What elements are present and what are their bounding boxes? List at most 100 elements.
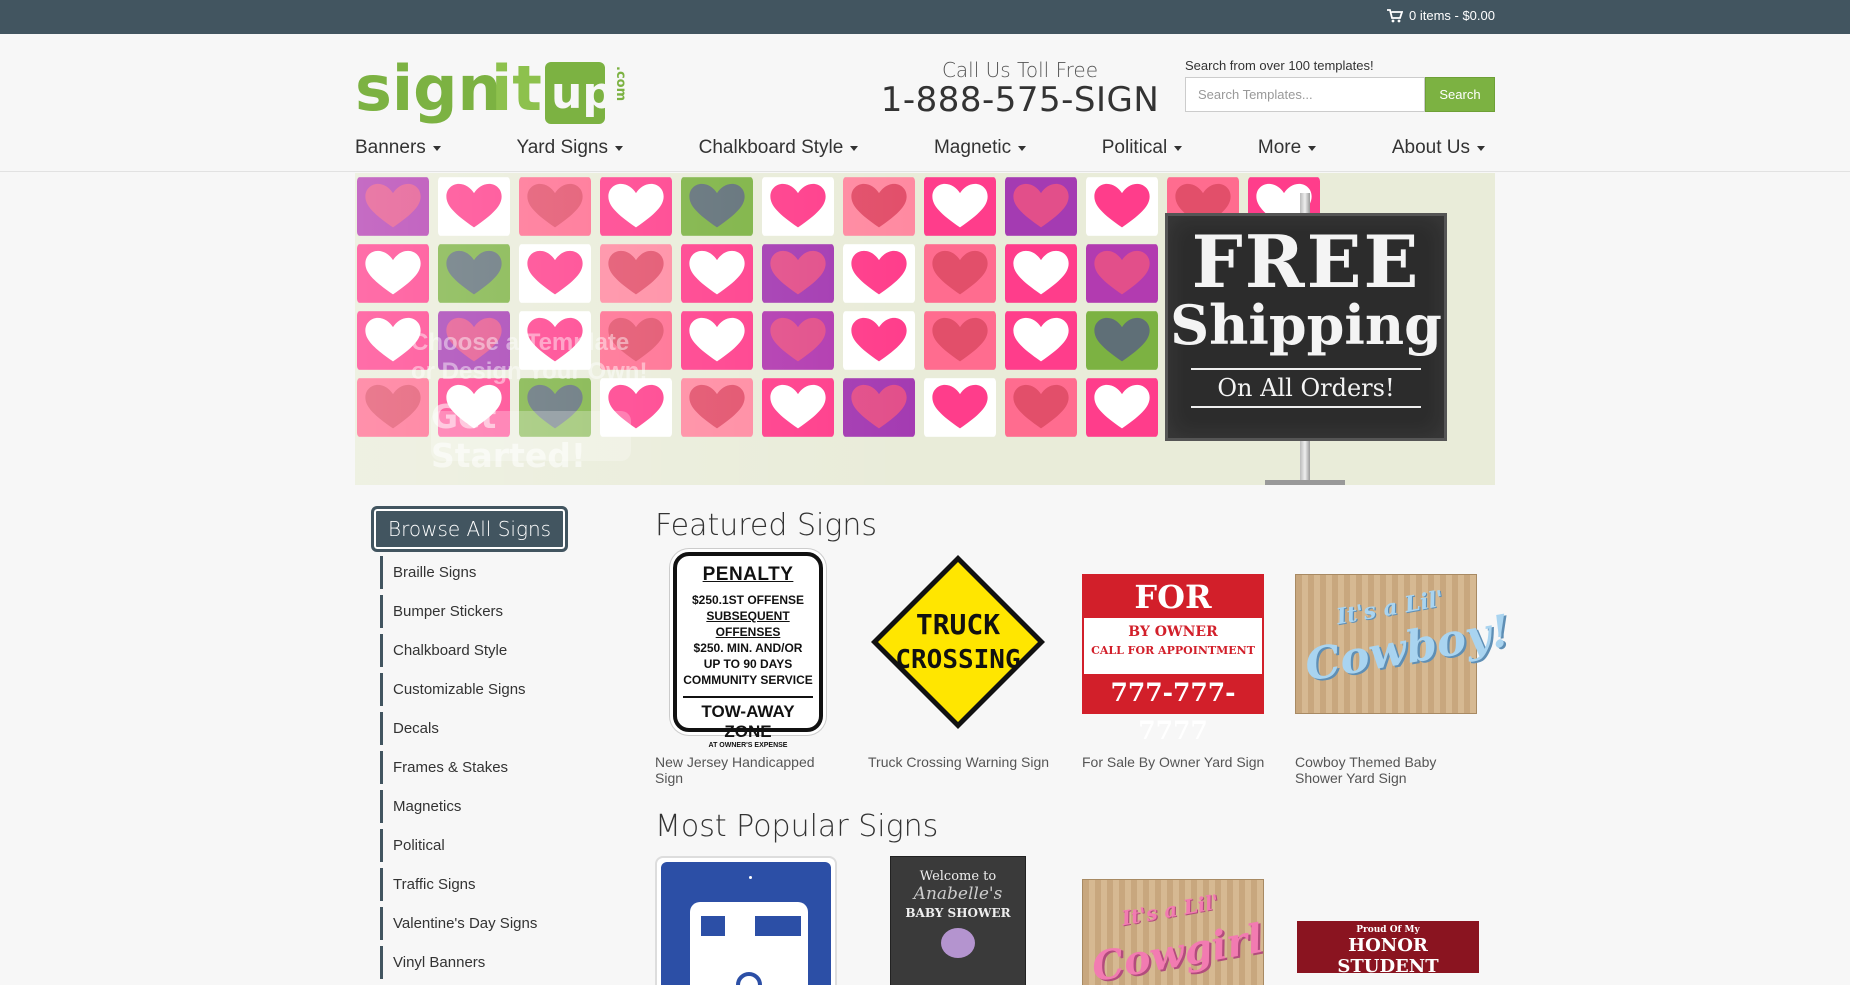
top-bar: 0 items - $0.00 [0, 0, 1850, 34]
nav-more[interactable]: More [1258, 137, 1317, 159]
product-card[interactable]: TRUCK CROSSING Truck Crossing Warning Si… [868, 552, 1058, 770]
sign-text: $250.1ST OFFENSE SUBSEQUENT OFFENSES $25… [677, 592, 819, 688]
heart-icon [1005, 378, 1077, 437]
nav-about-us[interactable]: About Us [1392, 137, 1485, 159]
sign-text: TRUCK [916, 608, 1000, 641]
sign-text: CALL FOR APPOINTMENT [1091, 644, 1255, 657]
hero-headline-line1: Choose a Template [411, 329, 630, 356]
product-card[interactable]: It's a Lil' Cowgirl! [1082, 879, 1272, 985]
product-caption[interactable]: For Sale By Owner Yard Sign [1082, 754, 1272, 770]
search-button[interactable]: Search [1425, 77, 1495, 112]
logo-graphic: sign it up .com [355, 52, 628, 125]
category-item[interactable]: Chalkboard Style [380, 634, 580, 667]
caret-down-icon [432, 145, 441, 151]
search-label: Search from over 100 templates! [1185, 58, 1374, 73]
heart-tile [924, 310, 996, 371]
sign-text: SUBSEQUENT OFFENSES [706, 609, 790, 639]
nav-yard-signs[interactable]: Yard Signs [516, 137, 623, 159]
sign-text: Anabelle's [913, 884, 1003, 904]
sign-text: $250. MIN. AND/OR [693, 641, 803, 655]
caret-down-icon [1308, 145, 1317, 151]
vehicle-window [755, 916, 801, 936]
heart-tile [1005, 310, 1077, 371]
on-all-orders-ribbon: On All Orders! [1191, 368, 1421, 408]
heart-icon [924, 378, 996, 437]
phone-block: Call Us Toll Free 1-888-575-SIGN [880, 58, 1160, 120]
product-image[interactable]: Proud Of My HONOR STUDENT [1297, 921, 1479, 973]
caret-down-icon [1018, 145, 1027, 151]
search-input[interactable] [1185, 77, 1425, 112]
nav-banners[interactable]: Banners [355, 137, 441, 159]
sign-text: CROSSING [895, 645, 1020, 675]
svg-text:it: it [491, 52, 542, 125]
product-caption[interactable]: Truck Crossing Warning Sign [868, 754, 1058, 770]
cart-link[interactable]: 0 items - $0.00 [1387, 8, 1495, 23]
cart-text: 0 items - $0.00 [1409, 8, 1495, 23]
sign-text: Cowgirl! [1088, 911, 1264, 985]
sign-text: BY OWNER [1128, 624, 1218, 640]
svg-text:.com: .com [613, 66, 628, 101]
nav-chalkboard-style[interactable]: Chalkboard Style [699, 137, 859, 159]
product-card[interactable]: It's a Lil' Cowboy! Cowboy Themed Baby S… [1295, 552, 1514, 786]
hero-banner[interactable]: Choose a Template or Design Your Own! Ge… [355, 173, 1495, 485]
site-logo[interactable]: sign it up .com [355, 52, 655, 134]
caret-down-icon [1174, 145, 1183, 151]
phone-number[interactable]: 1-888-575-SIGN [880, 80, 1160, 120]
heart-tile [924, 377, 996, 438]
product-image[interactable]: Welcome to Anabelle's BABY SHOWER [890, 856, 1026, 985]
product-image[interactable]: FOR SALE BY OWNER CALL FOR APPOINTMENT 7… [1082, 552, 1272, 745]
category-item[interactable]: Valentine's Day Signs [380, 907, 580, 940]
heart-icon [1005, 244, 1077, 303]
sign-text: $250.1ST OFFENSE [691, 593, 805, 607]
phone-label: Call Us Toll Free [941, 58, 1099, 82]
product-caption[interactable]: New Jersey Handicapped Sign [655, 754, 845, 786]
svg-text:up: up [551, 68, 614, 119]
nav-label: Yard Signs [516, 137, 608, 158]
featured-signs-title: Featured Signs [655, 508, 877, 543]
search-block: Search from over 100 templates! Search [1185, 58, 1495, 112]
category-item[interactable]: Frames & Stakes [380, 751, 580, 784]
heart-tile [924, 243, 996, 304]
sign-text: COMMUNITY SERVICE [683, 673, 813, 687]
heart-icon [1005, 311, 1077, 370]
category-item[interactable]: Political [380, 829, 580, 862]
category-item[interactable]: Braille Signs [380, 556, 580, 589]
nav-magnetic[interactable]: Magnetic [934, 137, 1027, 159]
heart-tile [1005, 176, 1077, 237]
category-list: Braille Signs Bumper Stickers Chalkboard… [380, 556, 580, 985]
product-image[interactable]: PENALTY $250.1ST OFFENSE SUBSEQUENT OFFE… [655, 552, 845, 749]
browse-all-signs-button[interactable]: Browse All Signs [371, 506, 568, 552]
heart-tile [1086, 377, 1158, 438]
product-caption[interactable]: Cowboy Themed Baby Shower Yard Sign [1295, 754, 1485, 786]
category-item[interactable]: Magnetics [380, 790, 580, 823]
product-image[interactable] [655, 856, 837, 985]
for-sale-sign: FOR SALE BY OWNER CALL FOR APPOINTMENT 7… [1082, 574, 1264, 745]
product-image[interactable]: TRUCK CROSSING [868, 552, 1058, 742]
nav-label: Chalkboard Style [698, 137, 844, 158]
product-image[interactable]: It's a Lil' Cowboy! [1295, 552, 1514, 742]
product-card[interactable]: Welcome to Anabelle's BABY SHOWER [890, 856, 1080, 985]
category-item[interactable]: Customizable Signs [380, 673, 580, 706]
truck-crossing-sign: TRUCK CROSSING [871, 555, 1045, 729]
nav-political[interactable]: Political [1102, 137, 1183, 159]
product-card[interactable]: PENALTY $250.1ST OFFENSE SUBSEQUENT OFFE… [655, 552, 845, 786]
free-shipping-sign: FREE Shipping On All Orders! [1165, 213, 1447, 441]
shipping-text: Shipping [1170, 293, 1442, 357]
category-item[interactable]: Decals [380, 712, 580, 745]
category-item[interactable]: Traffic Signs [380, 868, 580, 901]
hero-headline: Choose a Template or Design Your Own! [411, 328, 647, 386]
penalty-sign: PENALTY $250.1ST OFFENSE SUBSEQUENT OFFE… [673, 552, 823, 749]
cart-icon [1387, 8, 1403, 22]
sign-text: HONOR STUDENT [1337, 935, 1439, 973]
get-started-button[interactable]: Get Started! [431, 397, 631, 475]
svg-text:sign: sign [355, 52, 502, 125]
category-item[interactable]: Vinyl Banners [380, 946, 580, 979]
heart-icon [1005, 177, 1077, 236]
product-card[interactable] [655, 856, 845, 985]
product-image[interactable]: It's a Lil' Cowgirl! [1082, 879, 1264, 985]
sign-text: BABY SHOWER [905, 906, 1011, 920]
product-card[interactable]: FOR SALE BY OWNER CALL FOR APPOINTMENT 7… [1082, 552, 1272, 770]
cowboy-sign: It's a Lil' Cowboy! [1295, 574, 1514, 714]
sign-dot [749, 876, 752, 879]
category-item[interactable]: Bumper Stickers [380, 595, 580, 628]
